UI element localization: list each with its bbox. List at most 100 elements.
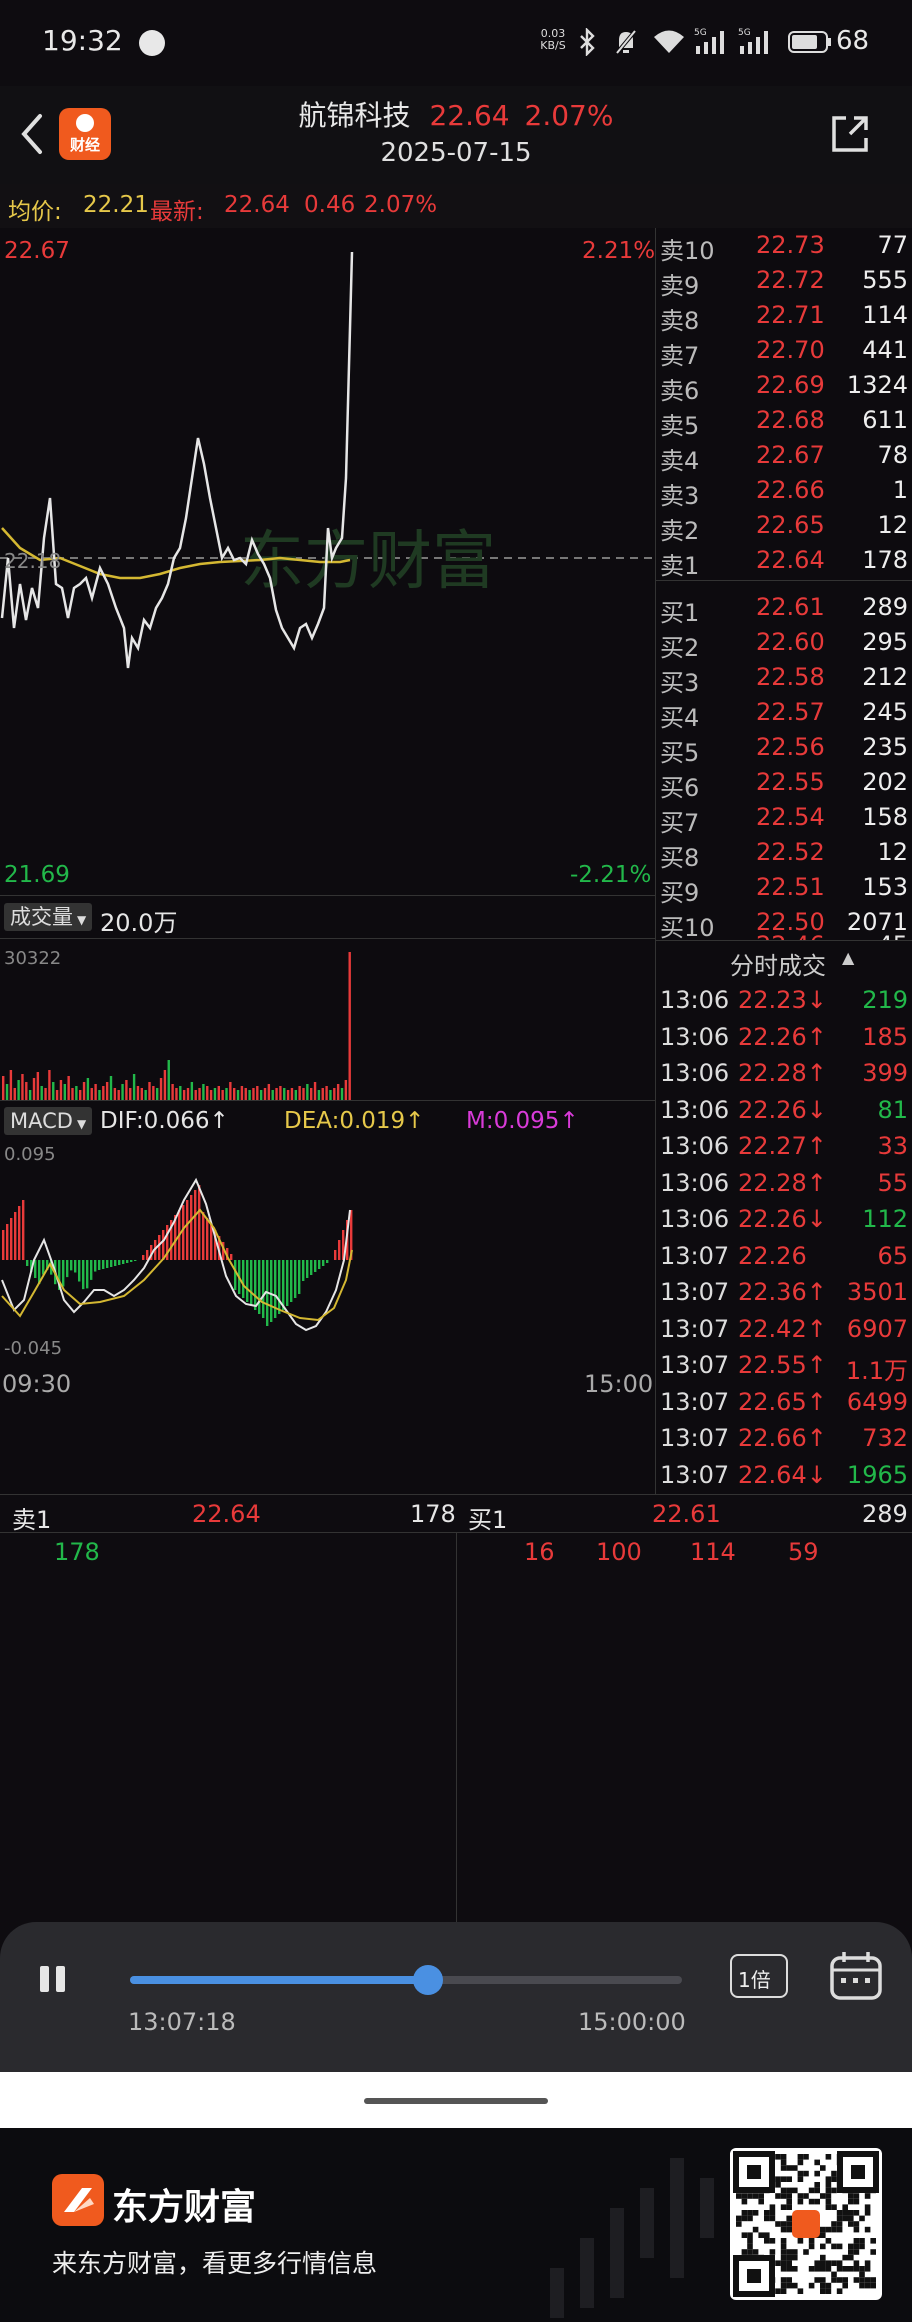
ask-vol: 77 [877, 231, 908, 259]
trade-row: 13:07 22.65↑ 6499 [656, 1384, 912, 1421]
ask-row[interactable]: 卖7 22.70 441 [656, 333, 912, 370]
macd-bar [206, 1218, 209, 1260]
volume-bar [294, 1090, 297, 1100]
collapse-triangle-icon: ▲ [842, 948, 855, 967]
volume-bar [275, 1088, 278, 1100]
bid-row[interactable]: 买3 22.58 212 [656, 660, 912, 697]
macd-bar [6, 1224, 9, 1260]
queue-sell-vol: 178 [410, 1500, 456, 1528]
speed-label: 1倍 [738, 1968, 771, 1992]
macd-bar [198, 1185, 201, 1260]
quote-date: 2025-07-15 [380, 138, 532, 168]
trade-row: 13:07 22.66↑ 732 [656, 1420, 912, 1457]
volume-bar [263, 1088, 267, 1100]
bid-row[interactable]: 买1 22.61 289 [656, 590, 912, 627]
trade-vol: 732 [862, 1424, 908, 1452]
macd-bar [146, 1250, 149, 1260]
chart-area[interactable]: 东方财富 22.67 2.21% 22.18 21.69 -2.21% 成交量 ▼… [0, 228, 655, 1494]
bid-row[interactable]: 买2 22.60 295 [656, 625, 912, 662]
ask-vol: 78 [877, 441, 908, 469]
trade-row: 13:06 22.26↑ 185 [656, 1019, 912, 1056]
bid-label: 买5 [660, 739, 700, 767]
ask-row[interactable]: 卖1 22.64 178 [656, 543, 912, 580]
trade-price: 22.26↑ [738, 1022, 827, 1051]
latest-label: 最新: [150, 199, 204, 225]
ask-row[interactable]: 卖4 22.67 78 [656, 438, 912, 475]
latest-pct: 2.07% [364, 192, 438, 218]
bid-row[interactable]: 买8 22.52 12 [656, 835, 912, 872]
macd-bar [234, 1260, 237, 1290]
bid-row[interactable]: 买5 22.56 235 [656, 730, 912, 767]
volume-bar [302, 1088, 305, 1100]
ask-row[interactable]: 卖6 22.69 1324 [656, 368, 912, 405]
price-chart[interactable]: 东方财富 22.67 2.21% 22.18 21.69 -2.21% [0, 228, 655, 895]
qr-code[interactable] [730, 2148, 882, 2300]
volume-bar [44, 1088, 47, 1100]
speed-button[interactable]: 1倍 [730, 1954, 788, 1998]
macd-bar [86, 1260, 89, 1289]
macd-bar [314, 1260, 317, 1272]
ask-row[interactable]: 卖8 22.71 114 [656, 298, 912, 335]
macd-dif: DIF:0.066↑ [100, 1108, 229, 1134]
macd-selector[interactable]: MACD ▼ [4, 1107, 93, 1135]
volume-bar [194, 1090, 197, 1100]
progress-fill [130, 1976, 429, 1984]
volume-bar [132, 1074, 136, 1100]
playback-bar: 13:07:18 15:00:00 1倍 [0, 1922, 912, 2072]
macd-m: M:0.095↑ [466, 1108, 579, 1134]
ask-row[interactable]: 卖2 22.65 12 [656, 508, 912, 545]
macd-bar [118, 1260, 121, 1265]
ask-row[interactable]: 卖9 22.72 555 [656, 263, 912, 300]
qr-pattern-icon [733, 2151, 879, 2297]
volume-bar [55, 1090, 59, 1100]
ask-row[interactable]: 卖3 22.66 1 [656, 473, 912, 510]
divider [656, 580, 912, 581]
trades-title[interactable]: 分时成交 ▲ [656, 946, 912, 980]
volume-bar [271, 1090, 274, 1100]
bid-vol: 212 [862, 663, 908, 691]
volume-bar [209, 1090, 213, 1100]
trade-time: 13:07 [660, 1314, 730, 1343]
queue-sell-label: 卖1 [12, 1506, 52, 1534]
volume-bar [175, 1088, 178, 1100]
macd-bar [302, 1260, 305, 1281]
brand-logo-icon [52, 2174, 104, 2226]
macd-bar [258, 1260, 261, 1314]
home-indicator[interactable] [364, 2098, 548, 2104]
signal-5g-icon: 5G [694, 28, 724, 54]
bid-price: 22.58 [756, 663, 825, 691]
bid-row[interactable]: 买7 22.54 158 [656, 800, 912, 837]
ask-row[interactable]: 卖10 22.73 77 [656, 228, 912, 265]
footer-slogan: 来东方财富，看更多行情信息 [52, 2249, 378, 2278]
macd-chart[interactable]: 0.095 -0.045 [0, 1140, 655, 1366]
macd-selector-label: MACD [10, 1109, 73, 1133]
volume-bar [317, 1090, 321, 1100]
ask-row[interactable]: 卖5 22.68 611 [656, 403, 912, 440]
volume-bar [340, 1088, 344, 1100]
bid-row[interactable]: 买4 22.57 245 [656, 695, 912, 732]
bid-row[interactable]: 买9 22.51 153 [656, 870, 912, 907]
bid-row[interactable]: 买6 22.55 202 [656, 765, 912, 802]
volume-bar [213, 1088, 217, 1100]
macd-bar [98, 1260, 101, 1270]
ask-vol: 12 [877, 511, 908, 539]
order-book-partial-row: 买11 22.46 45 [656, 928, 912, 940]
share-icon[interactable] [828, 112, 872, 156]
macd-bar [246, 1260, 249, 1302]
volume-bar [82, 1082, 86, 1100]
volume-bar [233, 1088, 236, 1100]
divider-vertical [456, 1532, 457, 1922]
calendar-icon[interactable] [828, 1950, 884, 2002]
ask-price: 22.72 [756, 266, 825, 294]
trade-row: 13:06 22.23↓ 219 [656, 982, 912, 1019]
playback-current-time: 13:07:18 [128, 2008, 236, 2036]
progress-track[interactable] [130, 1965, 682, 1995]
buy-order-3: 59 [788, 1538, 819, 1566]
volume-selector[interactable]: 成交量 ▼ [4, 903, 93, 931]
trade-vol: 55 [877, 1168, 908, 1197]
pause-icon[interactable] [36, 1962, 70, 1996]
macd-bar [70, 1260, 73, 1271]
volume-bar [21, 1074, 24, 1100]
volume-chart[interactable]: 30322 [0, 940, 655, 1100]
progress-knob[interactable] [413, 1965, 444, 1995]
